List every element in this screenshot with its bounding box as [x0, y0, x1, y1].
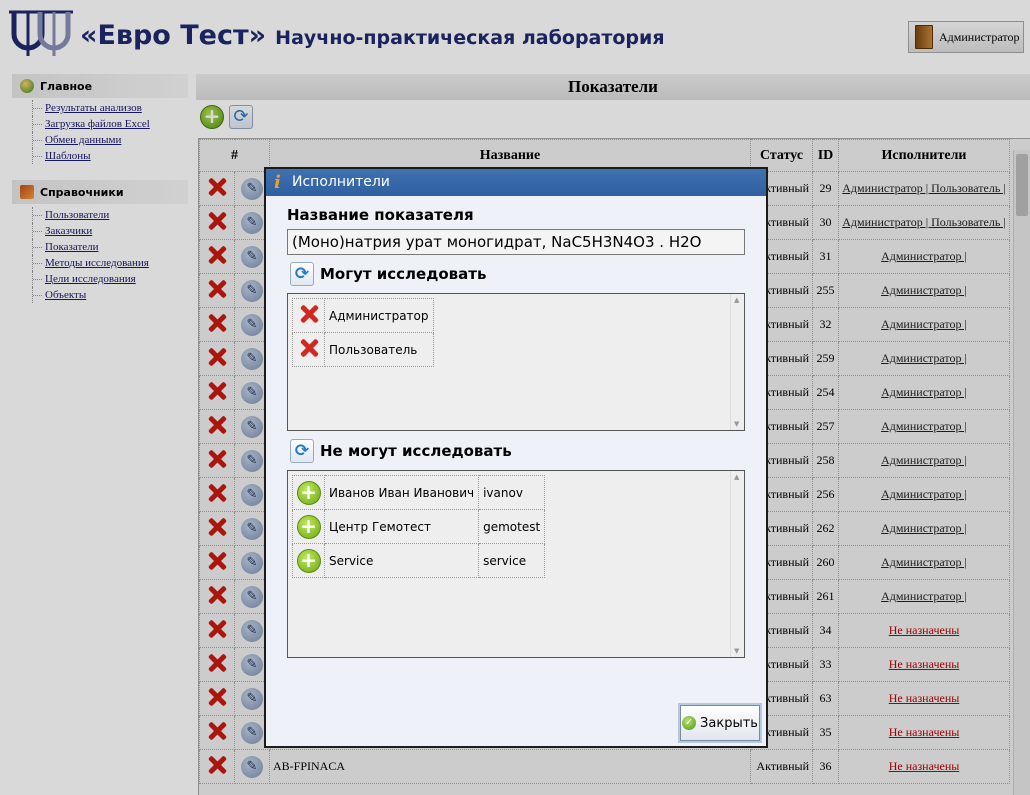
- indicator-name-label: Название показателя: [287, 206, 474, 224]
- close-button-label: Закрыть: [700, 715, 758, 731]
- info-icon: i: [274, 172, 281, 193]
- cannot-research-list[interactable]: + Иванов Иван Иванович ivanov + Центр Гемоте…: [287, 470, 745, 658]
- refresh-icon[interactable]: ⟳: [290, 439, 314, 463]
- list-scrollbar[interactable]: [730, 471, 744, 657]
- executor-login: gemotest: [478, 509, 546, 544]
- executor-name: Центр Гемотест: [323, 509, 480, 544]
- executor-name: Иванов Иван Иванович: [323, 475, 480, 510]
- executor-name: Service: [323, 543, 480, 578]
- can-research-label: Могут исследовать: [320, 265, 487, 283]
- check-icon: ✓: [682, 716, 697, 730]
- list-item[interactable]: Пользователь: [292, 332, 434, 367]
- can-research-table: Администратор Пользователь: [292, 298, 434, 367]
- dialog-title: Исполнители: [292, 174, 390, 190]
- executor-login: ivanov: [478, 475, 546, 510]
- plus-icon[interactable]: +: [296, 548, 321, 573]
- add-cell[interactable]: +: [292, 475, 325, 510]
- list-item[interactable]: + Центр Гемотест gemotest: [292, 509, 546, 544]
- remove-cell[interactable]: [292, 332, 325, 367]
- plus-icon[interactable]: +: [296, 514, 321, 539]
- executor-login: service: [478, 543, 546, 578]
- remove-cell[interactable]: [292, 298, 325, 333]
- cannot-research-label: Не могут исследовать: [320, 442, 512, 460]
- plus-icon[interactable]: +: [296, 480, 321, 505]
- remove-icon[interactable]: [298, 337, 320, 359]
- add-cell[interactable]: +: [292, 509, 325, 544]
- refresh-icon[interactable]: ⟳: [290, 262, 314, 286]
- list-scrollbar[interactable]: [730, 294, 744, 430]
- close-button[interactable]: ✓ Закрыть: [680, 705, 760, 741]
- can-research-list[interactable]: Администратор Пользователь: [287, 293, 745, 431]
- executors-dialog: i Исполнители Название показателя (Моно)…: [264, 167, 768, 748]
- list-item[interactable]: + Service service: [292, 543, 546, 578]
- list-item[interactable]: + Иванов Иван Иванович ivanov: [292, 475, 546, 510]
- indicator-name-field[interactable]: (Моно)натрия урат моногидрат, NaC5H3N4O3…: [287, 229, 745, 255]
- can-research-header: ⟳ Могут исследовать: [290, 262, 486, 286]
- dialog-title-bar[interactable]: i Исполнители: [266, 169, 766, 196]
- cannot-research-header: ⟳ Не могут исследовать: [290, 439, 512, 463]
- executor-name: Пользователь: [324, 332, 434, 367]
- list-item[interactable]: Администратор: [292, 298, 434, 333]
- add-cell[interactable]: +: [292, 543, 325, 578]
- remove-icon[interactable]: [298, 303, 320, 325]
- cannot-research-table: + Иванов Иван Иванович ivanov + Центр Гемоте…: [292, 475, 546, 578]
- executor-name: Администратор: [324, 298, 434, 333]
